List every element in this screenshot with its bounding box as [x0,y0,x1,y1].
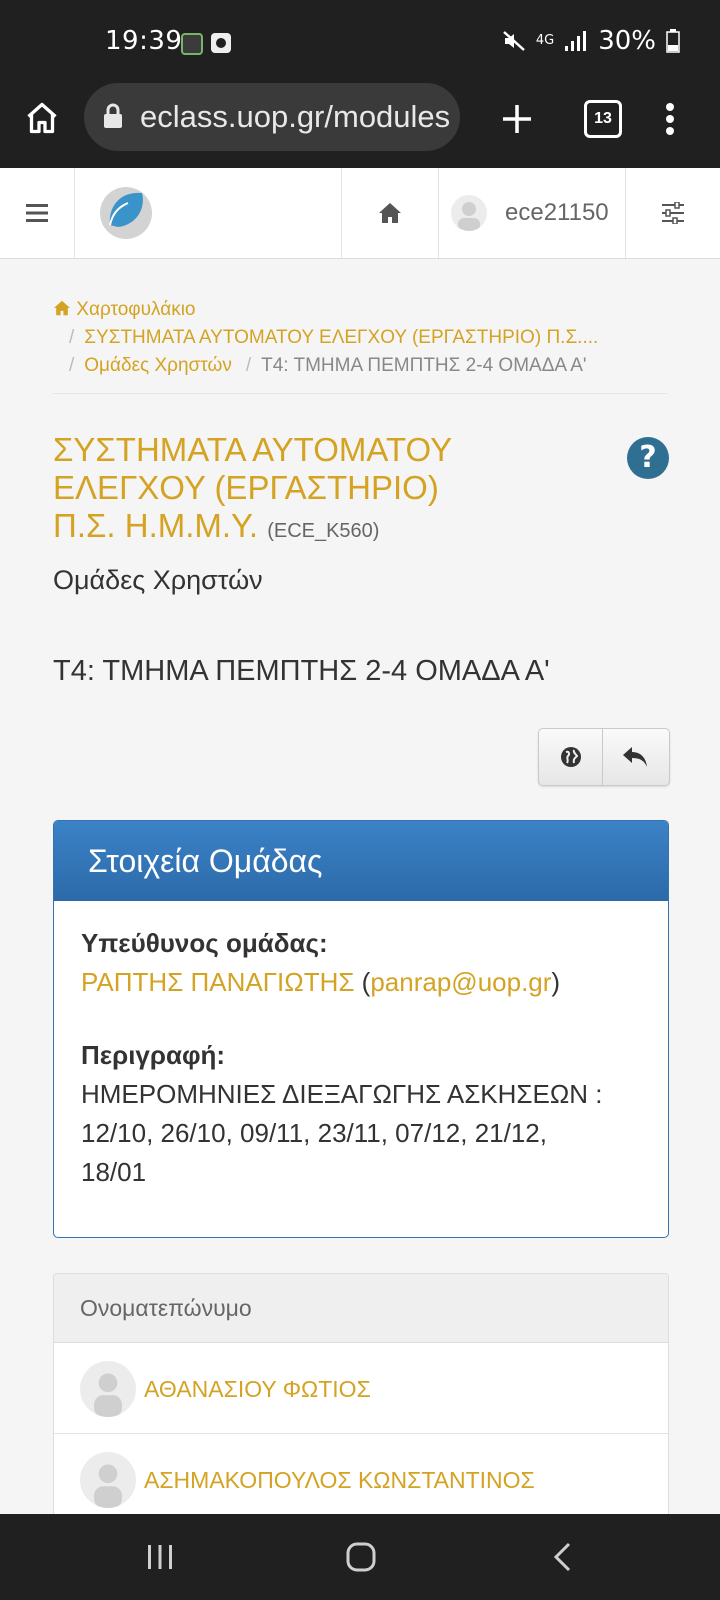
avatar [80,1452,136,1508]
browser-home-button[interactable] [18,94,66,142]
url-text: eclass.uop.gr/modules [140,99,451,134]
network-type: 4G [535,33,555,48]
system-navigation-bar [0,1514,720,1600]
recent-apps-icon [148,1545,172,1569]
status-bar: 19:39 4G 30% [0,0,720,86]
avatar-icon [458,202,480,231]
leader-email-link[interactable]: panrap@uop.gr [370,967,551,997]
back-button[interactable] [603,729,667,785]
avatar-icon [94,1464,122,1508]
column-header-name: Ονοματεπώνυμο [80,1295,252,1321]
member-name-link[interactable]: ΑΘΑΝΑΣΙΟΥ ΦΩΤΙΟΣ [144,1343,371,1435]
hamburger-menu-button[interactable] [0,168,74,258]
group-details-panel: Στοιχεία Ομάδας Υπεύθυνος ομάδας: ΡΑΠΤΗΣ… [53,820,669,1238]
mute-icon [503,31,525,51]
home-icon [379,203,401,223]
table-row: ΑΘΑΝΑΣΙΟΥ ΦΩΤΙΟΣ [54,1343,668,1434]
browser-menu-button[interactable] [652,94,688,144]
plus-icon [503,105,531,133]
lock-icon [104,103,122,128]
breadcrumb-course[interactable]: ΣΥΣΤΗΜΑΤΑ ΑΥΤΟΜΑΤΟΥ ΕΛΕΓΧΟΥ (ΕΡΓΑΣΤΗΡΙΟ)… [84,327,598,348]
portfolio-home-button[interactable] [342,168,438,258]
tab-switcher-button[interactable]: 13 [584,100,622,138]
eclass-logo[interactable] [98,185,154,241]
globe-icon [561,747,581,767]
breadcrumb-separator: / [69,355,75,376]
course-title-line: ΕΛΕΓΧΟΥ (ΕΡΓΑΣΤΗΡΙΟ) [53,469,439,506]
nav-divider [74,168,75,258]
course-title-line: Π.Σ. Η.Μ.Μ.Υ. [53,507,259,544]
home-button[interactable] [336,1532,386,1582]
leader-section: Υπεύθυνος ομάδας: ΡΑΠΤΗΣ ΠΑΝΑΓΙΩΤΗΣ (pan… [81,924,651,1002]
kebab-menu-icon [666,103,674,135]
new-tab-button[interactable] [492,94,542,144]
breadcrumb-home[interactable]: Χαρτοφυλάκιο [53,296,673,324]
group-actions [538,728,670,786]
breadcrumb-current: Τ4: ΤΜΗΜΑ ΠΕΜΠΤΗΣ 2-4 ΟΜΑΔΑ Α' [261,355,587,376]
leader-name-link[interactable]: ΡΑΠΤΗΣ ΠΑΝΑΓΙΩΤΗΣ [81,967,354,997]
settings-button[interactable] [626,168,720,258]
help-button[interactable]: ? [627,437,669,479]
avatar-icon [94,1373,122,1417]
signal-icon [565,31,587,51]
table-row: ΑΣΗΜΑΚΟΠΟΥΛΟΣ ΚΩΝΣΤΑΝΤΙΝΟΣ [54,1434,668,1525]
home-icon [54,300,70,316]
notification-camera-icon [211,33,231,53]
member-name-link[interactable]: ΑΣΗΜΑΚΟΠΟΥΛΟΣ ΚΩΝΣΤΑΝΤΙΝΟΣ [144,1434,535,1526]
reply-arrow-icon [623,747,647,767]
breadcrumb-divider [53,393,667,394]
description-label: Περιγραφή: [81,1040,226,1070]
course-code: (ECE_K560) [267,520,380,542]
panel-title: Στοιχεία Ομάδας [88,843,323,879]
hamburger-icon [26,204,48,222]
module-title: Ομάδες Χρηστών [53,565,263,595]
description-text: 18/01 [81,1157,147,1187]
group-title: Τ4: ΤΜΗΜΑ ΠΕΜΠΤΗΣ 2-4 ΟΜΑΔΑ Α' [53,655,550,687]
public-link-button[interactable] [539,729,603,785]
breadcrumb-home-label: Χαρτοφυλάκιο [76,299,196,320]
home-rounded-square-icon [346,1542,376,1572]
course-title: ΣΥΣΤΗΜΑΤΑ ΑΥΤΟΜΑΤΟΥ ΕΛΕΓΧΟΥ (ΕΡΓΑΣΤΗΡΙΟ)… [53,431,603,550]
recent-apps-button[interactable] [136,1532,184,1582]
eclass-logo-icon [100,187,152,239]
address-bar[interactable]: eclass.uop.gr/modules [84,83,460,151]
members-table: Ονοματεπώνυμο ΑΘΑΝΑΣΙΟΥ ΦΩΤΙΟΣ ΑΣΗΜΑΚΟΠΟ… [53,1273,669,1535]
battery-percent: 30% [598,26,656,56]
breadcrumb-separator: / [245,355,252,376]
back-nav-button[interactable] [538,1532,586,1582]
breadcrumb-module[interactable]: Ομάδες Χρηστών [84,355,232,376]
members-table-header: Ονοματεπώνυμο [54,1274,668,1343]
home-outline-icon [27,102,57,134]
user-menu-button[interactable]: ece21150 [439,168,625,258]
status-right: 4G 30% [502,26,680,56]
notification-app-icon [181,33,203,55]
site-navbar: ece21150 [0,168,720,259]
leader-label: Υπεύθυνος ομάδας: [81,928,328,958]
help-icon: ? [639,440,657,475]
sliders-icon [662,202,684,224]
avatar [80,1361,136,1417]
breadcrumb-separator: / [69,327,75,348]
breadcrumb: Χαρτοφυλάκιο / ΣΥΣΤΗΜΑΤΑ ΑΥΤΟΜΑΤΟΥ ΕΛΕΓΧΟ… [53,296,673,380]
username: ece21150 [505,199,609,226]
battery-icon [666,29,680,53]
status-time: 19:39 [105,26,183,56]
course-title-line: ΣΥΣΤΗΜΑΤΑ ΑΥΤΟΜΑΤΟΥ [53,431,453,468]
chevron-left-icon [553,1542,571,1572]
user-avatar [451,195,487,231]
description-section: Περιγραφή: ΗΜΕΡΟΜΗΝΙΕΣ ΔΙΕΞΑΓΩΓΗΣ ΑΣΚΗΣΕ… [81,1036,651,1192]
paren: ) [551,967,561,997]
panel-header: Στοιχεία Ομάδας [54,821,668,901]
tab-count: 13 [594,110,612,127]
description-text: 12/10, 26/10, 09/11, 23/11, 07/12, 21/12… [81,1118,547,1148]
description-text: ΗΜΕΡΟΜΗΝΙΕΣ ΔΙΕΞΑΓΩΓΗΣ ΑΣΚΗΣΕΩΝ : [81,1079,603,1109]
